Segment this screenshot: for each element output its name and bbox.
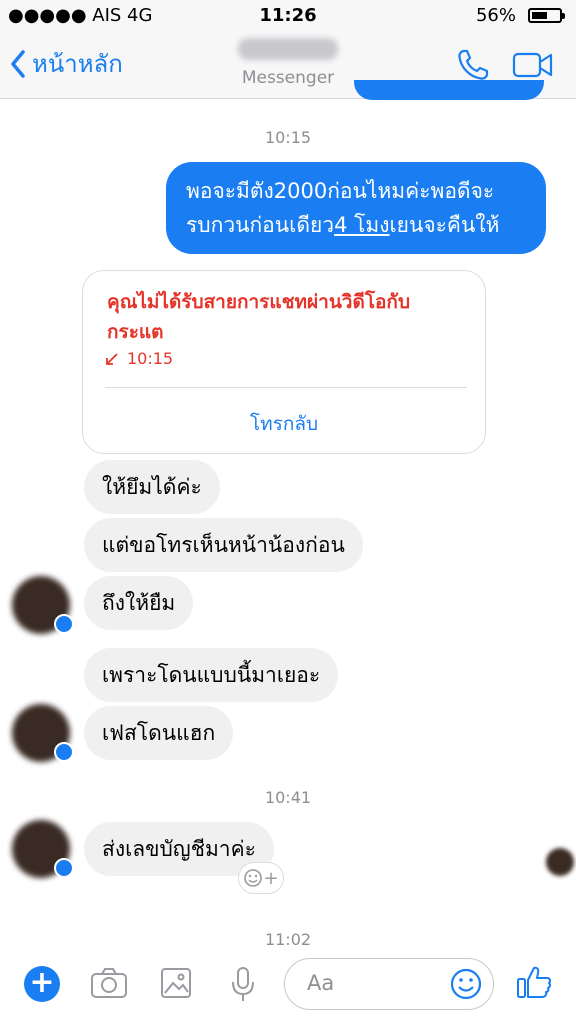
phone-icon[interactable] [456, 48, 490, 82]
missed-call-title: คุณไม่ได้รับสายการแชทผ่านวิดีโอกับกระแต [107, 291, 410, 343]
video-call-icon[interactable] [512, 50, 554, 80]
reaction-plus: + [263, 867, 279, 889]
missed-call-time: 10:15 [103, 349, 173, 368]
missed-call-arrow-icon [106, 352, 118, 365]
battery-icon [528, 8, 565, 23]
message-text: เยนจะคืนให้ [389, 213, 500, 237]
timestamp: 11:02 [264, 930, 312, 949]
message-line: พอจะมีตัง2000ก่อนไหมค่ะพอดีจะ [186, 179, 495, 203]
status-bar: ●●●●● AIS 4G 11:26 56% [0, 0, 576, 32]
call-back-button[interactable]: โทรกลับ [83, 409, 485, 439]
contact-name-blurred [238, 38, 338, 60]
seen-avatar [546, 848, 574, 876]
incoming-message[interactable]: ให้ยึมได้ค่ะ [84, 460, 220, 514]
messenger-badge-icon [54, 858, 74, 878]
microphone-icon[interactable] [230, 966, 256, 1004]
add-reaction-button[interactable]: + [238, 862, 284, 894]
plus-button[interactable]: + [24, 966, 60, 1002]
previous-message-bubble[interactable] [354, 80, 544, 100]
message-placeholder: Aa [307, 971, 335, 995]
messenger-badge-icon [54, 614, 74, 634]
timestamp: 10:41 [264, 788, 312, 807]
missed-call-time-text: 10:15 [127, 349, 174, 368]
camera-icon[interactable] [90, 966, 128, 1000]
messenger-badge-icon [54, 742, 74, 762]
battery-percent: 56% [475, 5, 516, 26]
incoming-message[interactable]: แต่ขอโทรเห็นหน้าน้องก่อน [84, 518, 363, 572]
detected-time-link[interactable]: 4 โมง [334, 213, 389, 237]
missed-call-card: คุณไม่ได้รับสายการแชทผ่านวิดีโอกับกระแต … [82, 270, 486, 454]
message-line: รบกวนก่อนเดียว4 โมงเยนจะคืนให้ [186, 208, 526, 242]
incoming-message[interactable]: เฟสโดนแฮก [84, 706, 234, 760]
outgoing-message[interactable]: พอจะมีตัง2000ก่อนไหมค่ะพอดีจะ รบกวนก่อนเ… [166, 162, 546, 254]
composer-bar: + Aa [0, 950, 576, 1024]
incoming-message[interactable]: ถึงให้ยืม [84, 576, 194, 630]
gallery-icon[interactable] [160, 966, 192, 1000]
message-input[interactable]: Aa [284, 958, 494, 1010]
message-text: รบกวนก่อนเดียว [186, 213, 335, 237]
divider [105, 387, 467, 388]
timestamp: 10:15 [264, 128, 312, 147]
incoming-message[interactable]: เพราะโดนแบบนี้มาเยอะ [84, 648, 339, 702]
like-thumbs-up-icon[interactable] [516, 964, 552, 1000]
emoji-icon[interactable] [449, 967, 483, 1001]
smiley-icon [244, 869, 263, 887]
